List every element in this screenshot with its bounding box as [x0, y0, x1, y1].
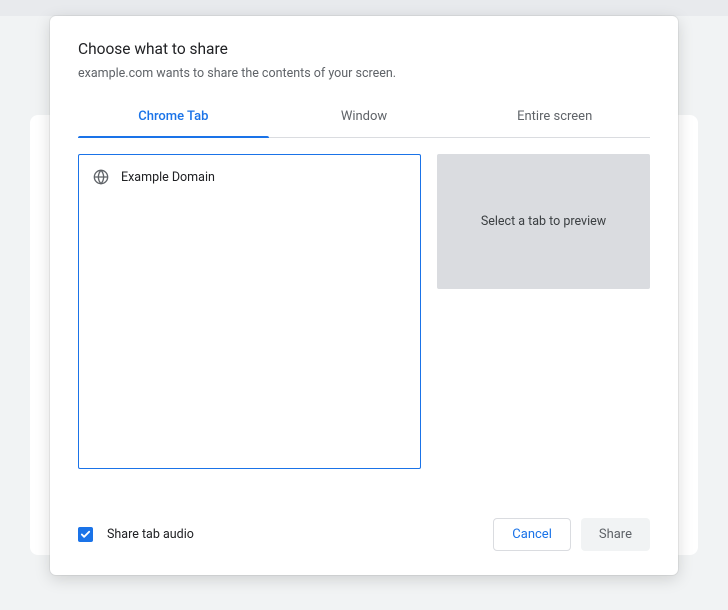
preview-placeholder-text: Select a tab to preview: [481, 214, 606, 229]
dialog-title: Choose what to share: [78, 40, 650, 58]
preview-panel: Select a tab to preview: [437, 154, 650, 289]
dialog-buttons: Cancel Share: [493, 518, 650, 551]
share-dialog: Choose what to share example.com wants t…: [50, 16, 678, 575]
tab-entire-screen[interactable]: Entire screen: [459, 97, 650, 137]
tab-chrome-tab[interactable]: Chrome Tab: [78, 97, 269, 137]
share-button[interactable]: Share: [581, 518, 650, 551]
dialog-subtitle: example.com wants to share the contents …: [78, 66, 650, 81]
audio-option: Share tab audio: [78, 527, 194, 542]
share-audio-checkbox[interactable]: [78, 527, 93, 542]
source-tabs: Chrome Tab Window Entire screen: [78, 97, 650, 138]
check-icon: [80, 529, 91, 540]
browser-chrome-header: [0, 0, 728, 16]
dialog-footer: Share tab audio Cancel Share: [50, 498, 678, 575]
cancel-button[interactable]: Cancel: [493, 518, 571, 551]
tab-window[interactable]: Window: [269, 97, 460, 137]
dialog-header: Choose what to share example.com wants t…: [50, 16, 678, 97]
tab-label: Chrome Tab: [138, 109, 208, 124]
tab-label: Entire screen: [517, 109, 592, 124]
tab-list-item[interactable]: Example Domain: [79, 155, 420, 199]
tab-source-list[interactable]: Example Domain: [78, 154, 421, 469]
globe-icon: [93, 169, 109, 185]
tab-label: Window: [341, 109, 387, 124]
content-area: Example Domain Select a tab to preview: [50, 138, 678, 498]
share-audio-label: Share tab audio: [107, 527, 194, 542]
tab-item-title: Example Domain: [121, 170, 215, 185]
